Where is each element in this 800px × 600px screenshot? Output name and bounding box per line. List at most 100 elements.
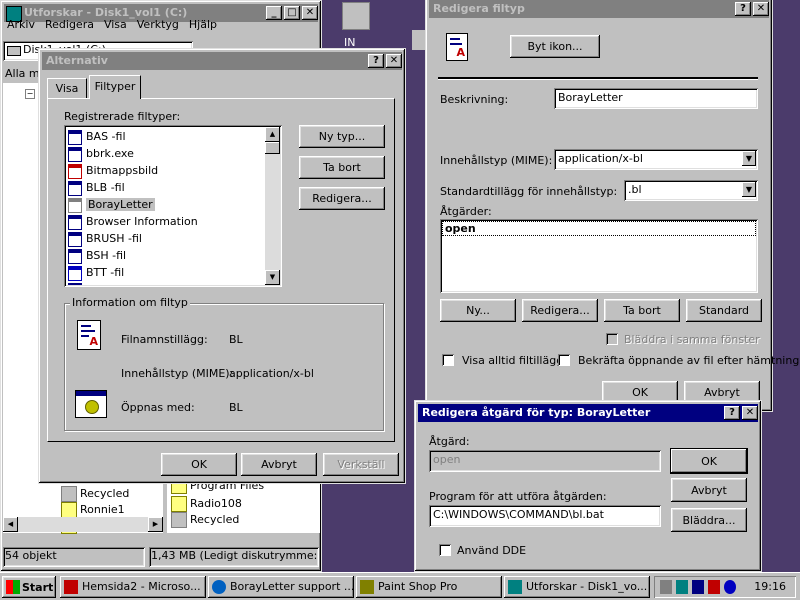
menu-redigera[interactable]: Redigera <box>45 18 94 36</box>
menu-verktyg[interactable]: Verktyg <box>137 18 179 36</box>
remove-type-button[interactable]: Ta bort <box>299 156 385 179</box>
tab-filtyper[interactable]: Filtyper <box>89 75 141 99</box>
minimize-button[interactable]: _ <box>266 6 282 20</box>
tree-item[interactable]: Recycled <box>61 485 129 502</box>
drive-icon <box>7 46 21 56</box>
confirm-open-checkbox[interactable] <box>558 354 570 366</box>
use-dde-checkbox[interactable] <box>439 544 451 556</box>
file-type-icon <box>68 180 82 196</box>
file-type-item[interactable]: BorayLetter <box>68 196 155 213</box>
file-type-item[interactable]: BTT -fil <box>68 264 124 281</box>
mime-label: Innehållstyp (MIME): <box>121 367 234 380</box>
file-type-item[interactable]: C/Header File <box>68 281 159 285</box>
description-input[interactable]: BorayLetter <box>554 88 758 109</box>
tree-expander[interactable]: − <box>25 89 35 99</box>
file-type-item[interactable]: BSH -fil <box>68 247 126 264</box>
ok-button[interactable]: OK <box>161 453 237 476</box>
monitor-icon[interactable] <box>692 580 704 594</box>
show-extension-checkbox[interactable] <box>442 354 454 366</box>
scroll-right-button[interactable]: ▶ <box>148 517 163 532</box>
explorer-icon <box>508 580 522 594</box>
default-ext-label: Standardtillägg för innehållstyp: <box>440 185 618 198</box>
file-type-item[interactable]: BAS -fil <box>68 128 126 145</box>
task-explorer[interactable]: Utforskar - Disk1_vo... <box>504 576 650 598</box>
network-icon[interactable] <box>676 580 688 594</box>
help-button[interactable]: ? <box>368 54 384 68</box>
maximize-button[interactable]: □ <box>284 6 300 20</box>
file-type-scrollbar[interactable]: ▲ ▼ <box>265 127 280 285</box>
list-item[interactable]: Radio108 <box>171 495 242 512</box>
file-type-icon <box>68 265 82 281</box>
task-hemsida[interactable]: Hemsida2 - Microso... <box>60 576 206 598</box>
speaker-icon[interactable] <box>660 580 672 594</box>
clock[interactable]: 19:16 <box>754 580 786 593</box>
close-button[interactable]: ✕ <box>302 6 318 20</box>
menu-hjalp[interactable]: Hjälp <box>189 18 217 36</box>
ok-button[interactable]: OK <box>671 449 747 473</box>
cancel-button[interactable]: Avbryt <box>241 453 317 476</box>
close-button[interactable]: ✕ <box>386 54 402 68</box>
mime-combo[interactable]: application/x-bl ▼ <box>554 149 758 170</box>
desktop-icon-partial[interactable] <box>412 30 426 50</box>
scroll-left-button[interactable]: ◀ <box>3 517 18 532</box>
actions-list[interactable]: open <box>440 219 758 293</box>
default-ext-combo[interactable]: .bl ▼ <box>624 180 758 201</box>
help-button[interactable]: ? <box>724 406 740 420</box>
edit-type-button[interactable]: Redigera... <box>299 187 385 210</box>
options-dialog: Alternativ ? ✕ Visa Filtyper Registrerad… <box>38 48 406 484</box>
apply-button[interactable]: Verkställ <box>323 453 399 476</box>
default-action-button[interactable]: Standard <box>686 299 762 322</box>
tree-hscrollbar[interactable]: ◀ ▶ <box>3 517 163 532</box>
file-type-items: BAS -fil bbrk.exe Bitmappsbild BLB -fil Bora… <box>66 127 265 285</box>
file-type-icon <box>68 248 82 264</box>
options-titlebar[interactable]: Alternativ ? ✕ <box>42 52 402 70</box>
task-borayletter[interactable]: BorayLetter support ... <box>208 576 354 598</box>
menu-visa[interactable]: Visa <box>104 18 127 36</box>
recycle-bin-icon <box>171 512 187 528</box>
document-icon: A <box>446 33 468 61</box>
change-icon-button[interactable]: Byt ikon... <box>510 35 600 58</box>
new-action-button[interactable]: Ny... <box>440 299 516 322</box>
extension-value: BL <box>229 333 243 346</box>
browse-same-window-checkbox[interactable] <box>606 333 618 345</box>
edit-action-titlebar[interactable]: Redigera åtgärd för typ: BorayLetter ? ✕ <box>418 404 758 422</box>
tree-item[interactable]: Ronnie1 <box>61 501 125 518</box>
task-paintshop[interactable]: Paint Shop Pro <box>356 576 502 598</box>
file-type-item[interactable]: Bitmappsbild <box>68 162 158 179</box>
action-item-open[interactable]: open <box>442 221 756 236</box>
help-button[interactable]: ? <box>735 2 751 16</box>
scroll-up-button[interactable]: ▲ <box>265 127 280 142</box>
mime-value: application/x-bl <box>229 367 314 380</box>
system-tray: 19:16 <box>654 576 796 598</box>
browse-button[interactable]: Bläddra... <box>671 508 747 532</box>
file-type-item[interactable]: BLB -fil <box>68 179 125 196</box>
chevron-down-icon[interactable]: ▼ <box>742 182 756 197</box>
edit-action-button[interactable]: Redigera... <box>522 299 598 322</box>
file-type-item[interactable]: bbrk.exe <box>68 145 134 162</box>
file-type-item[interactable]: Browser Information <box>68 213 198 230</box>
help-tray-icon[interactable] <box>724 580 736 594</box>
menu-arkiv[interactable]: Arkiv <box>7 18 35 36</box>
chevron-down-icon[interactable]: ▼ <box>742 151 756 166</box>
scroll-thumb[interactable] <box>265 142 280 154</box>
tab-visa[interactable]: Visa <box>47 78 87 98</box>
tool-icon[interactable] <box>708 580 720 594</box>
cancel-button[interactable]: Avbryt <box>671 478 747 502</box>
desktop-icon[interactable]: IN <box>336 0 376 50</box>
scroll-down-button[interactable]: ▼ <box>265 270 280 285</box>
remove-action-button[interactable]: Ta bort <box>604 299 680 322</box>
browse-same-window-label: Bläddra i samma fönster <box>624 333 760 346</box>
close-button[interactable]: ✕ <box>753 2 769 16</box>
file-type-item[interactable]: BRUSH -fil <box>68 230 142 247</box>
file-type-icon <box>68 129 82 145</box>
close-button[interactable]: ✕ <box>742 406 758 420</box>
action-input[interactable]: open <box>429 450 661 472</box>
edit-type-title: Redigera filtyp <box>433 2 525 15</box>
registered-types-label: Registrerade filtyper: <box>64 110 181 123</box>
new-type-button[interactable]: Ny typ... <box>299 125 385 148</box>
edit-type-titlebar[interactable]: Redigera filtyp ? ✕ <box>429 0 769 18</box>
file-type-list[interactable]: BAS -fil bbrk.exe Bitmappsbild BLB -fil Bora… <box>64 125 282 287</box>
program-input[interactable]: C:\WINDOWS\COMMAND\bl.bat <box>429 505 661 527</box>
start-button[interactable]: Start <box>2 576 56 598</box>
list-item[interactable]: Recycled <box>171 511 239 528</box>
